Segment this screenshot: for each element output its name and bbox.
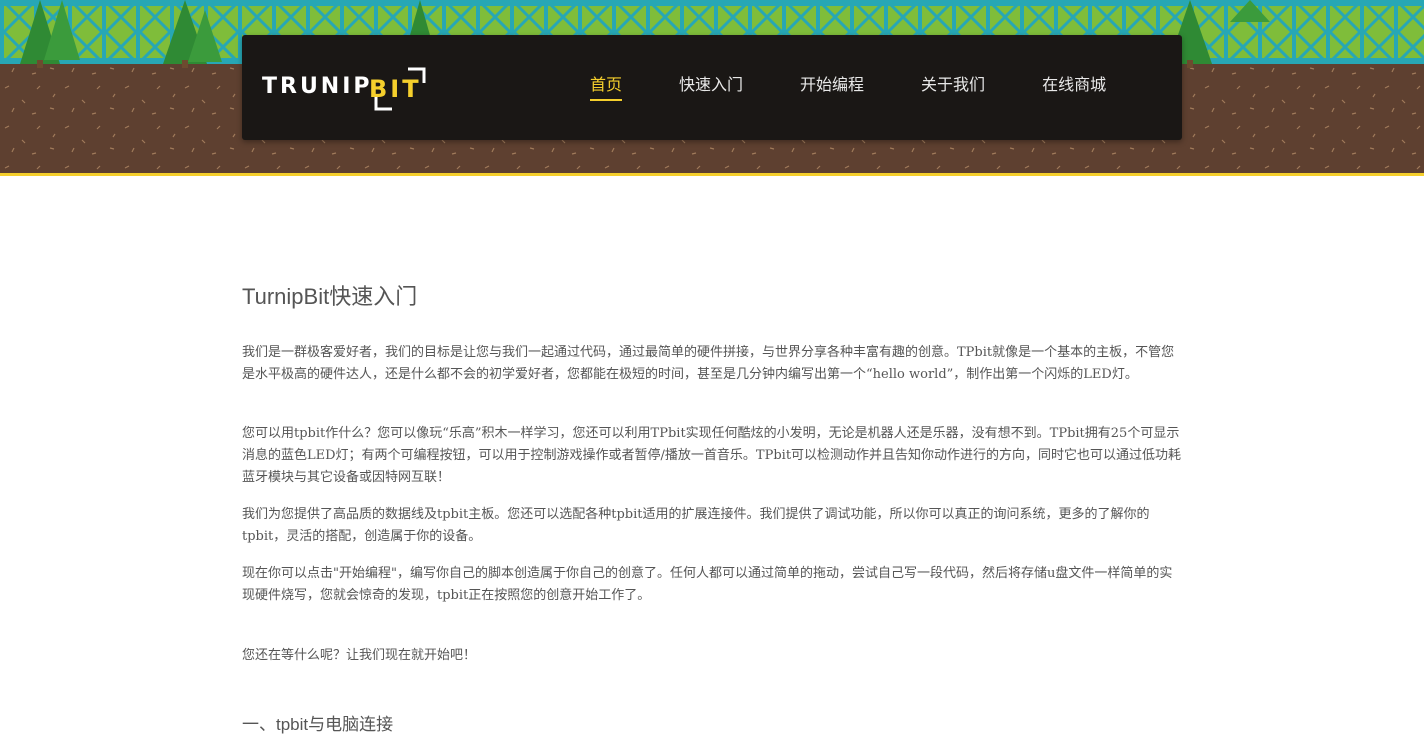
logo-text-trunip: TRUNIP bbox=[262, 74, 373, 99]
navbar: TRUNIP BIT 首页 快速入门 开始编程 关于我们 在线商城 bbox=[242, 35, 1182, 140]
logo-text-bit: BIT bbox=[369, 75, 422, 103]
article-paragraph: 我们为您提供了高品质的数据线及tpbit主板。您还可以选配各种tpbit适用的扩… bbox=[242, 507, 1150, 544]
nav-item-start-coding[interactable]: 开始编程 bbox=[800, 71, 864, 101]
logo[interactable]: TRUNIP BIT bbox=[262, 65, 432, 115]
article-paragraph: 您可以用tpbit作什么？您可以像玩“乐高”积木一样学习，您还可以利用TPbit… bbox=[242, 426, 1182, 485]
section-heading: 一、tpbit与电脑连接 bbox=[242, 715, 394, 734]
nav-item-quickstart[interactable]: 快速入门 bbox=[679, 71, 743, 101]
article-paragraph: 您还在等什么呢？让我们现在就开始吧！ bbox=[242, 648, 477, 663]
page-title: TurnipBit快速入门 bbox=[242, 284, 418, 309]
nav-item-about[interactable]: 关于我们 bbox=[921, 71, 985, 101]
main-nav: 首页 快速入门 开始编程 关于我们 在线商城 bbox=[590, 71, 1163, 101]
header-divider bbox=[0, 173, 1424, 176]
nav-item-shop[interactable]: 在线商城 bbox=[1042, 71, 1106, 101]
article-paragraph: 现在你可以点击"开始编程"，编写你自己的脚本创造属于你自己的创意了。任何人都可以… bbox=[242, 566, 1173, 603]
article: TurnipBit快速入门 我们是一群极客爱好者，我们的目标是让您与我们一起通过… bbox=[242, 280, 1182, 734]
article-paragraph: 我们是一群极客爱好者，我们的目标是让您与我们一起通过代码，通过最简单的硬件拼接，… bbox=[242, 345, 1175, 382]
nav-item-home[interactable]: 首页 bbox=[590, 71, 623, 101]
